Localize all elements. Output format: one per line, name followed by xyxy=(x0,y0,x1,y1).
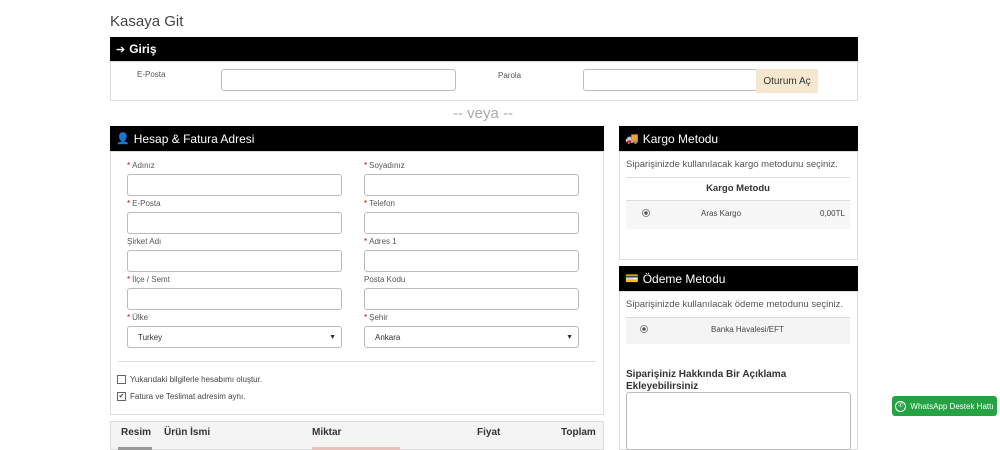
first-name-input[interactable] xyxy=(127,174,342,196)
country-label: * Ülke xyxy=(127,313,149,322)
login-header-text: Giriş xyxy=(129,42,157,56)
billing-divider xyxy=(118,361,596,362)
comment-textarea[interactable] xyxy=(626,392,851,450)
last-name-input[interactable] xyxy=(364,174,579,196)
cart-col-name: Ürün İsmi xyxy=(164,427,211,438)
whatsapp-label: WhatsApp Destek Hattı xyxy=(910,401,994,411)
shipping-header-text: Kargo Metodu xyxy=(642,131,719,146)
cart-col-total: Toplam xyxy=(561,427,596,438)
city-select[interactable]: Ankara ▼ xyxy=(364,326,579,348)
whatsapp-support-button[interactable]: ✆ WhatsApp Destek Hattı xyxy=(892,396,997,416)
billing-header-text: Hesap & Fatura Adresi xyxy=(133,131,255,146)
shipping-header: 🚚 Kargo Metodu xyxy=(619,126,858,151)
first-name-label: * Adınız xyxy=(127,161,155,170)
address1-label: * Adres 1 xyxy=(364,237,397,246)
payment-hint: Siparişinizde kullanılacak ödeme metodun… xyxy=(626,299,844,310)
district-label: * İlçe / Semt xyxy=(127,275,170,284)
or-divider: -- veya -- xyxy=(453,105,513,122)
sign-in-icon: ➔ xyxy=(116,43,126,56)
cart-col-qty: Miktar xyxy=(312,427,342,438)
billing-header: 👤 Hesap & Fatura Adresi xyxy=(110,126,604,151)
create-account-label: Yukarıdaki bilgilerle hesabımı oluştur. xyxy=(130,375,263,384)
credit-card-icon: 💳 xyxy=(625,273,639,285)
shipping-table-header: Kargo Metodu xyxy=(706,183,770,194)
city-label: * Şehir xyxy=(364,313,388,322)
payment-radio[interactable] xyxy=(640,325,648,333)
company-label: Şirket Adı xyxy=(127,237,162,246)
create-account-checkbox[interactable]: Yukarıdaki bilgilerle hesabımı oluştur. xyxy=(117,375,262,384)
login-email-label: E-Posta xyxy=(137,70,166,79)
login-header: ➔ Giriş xyxy=(110,37,858,61)
shipping-hint: Siparişinizde kullanılacak kargo metodun… xyxy=(626,159,838,170)
address1-input[interactable] xyxy=(364,250,579,272)
checkbox-unchecked-icon xyxy=(117,375,126,384)
phone-input[interactable] xyxy=(364,212,579,234)
payment-header: 💳 Ödeme Metodu xyxy=(619,266,858,291)
shipping-option-name: Aras Kargo xyxy=(701,209,742,218)
cart-col-price: Fiyat xyxy=(477,427,501,438)
checkbox-checked-icon: ✔ xyxy=(117,392,126,401)
postcode-label: Posta Kodu xyxy=(364,275,406,284)
truck-icon: 🚚 xyxy=(625,133,639,145)
payment-option-name: Banka Havalesi/EFT xyxy=(711,325,784,334)
login-password-label: Parola xyxy=(498,71,522,80)
page-title: Kasaya Git xyxy=(110,13,184,30)
comment-label: Siparişiniz Hakkında Bir Açıklama Ekleye… xyxy=(626,369,787,392)
payment-header-text: Ödeme Metodu xyxy=(642,271,726,286)
city-select-value: Ankara xyxy=(375,332,401,342)
whatsapp-icon: ✆ xyxy=(895,400,907,412)
chevron-down-icon: ▼ xyxy=(566,333,573,341)
shipping-option-price: 0,00TL xyxy=(820,209,845,218)
shipping-radio[interactable] xyxy=(642,209,650,217)
chevron-down-icon: ▼ xyxy=(329,333,336,341)
email-label: * E-Posta xyxy=(127,199,161,208)
last-name-label: * Soyadınız xyxy=(364,161,405,170)
district-input[interactable] xyxy=(127,288,342,310)
same-address-label: Fatura ve Teslimat adresim aynı. xyxy=(130,392,246,401)
phone-label: * Telefon xyxy=(364,199,395,208)
country-select[interactable]: Turkey ▼ xyxy=(127,326,342,348)
login-button[interactable]: Oturum Aç xyxy=(756,69,818,93)
company-input[interactable] xyxy=(127,250,342,272)
user-icon: 👤 xyxy=(116,133,130,145)
login-password-input[interactable] xyxy=(583,69,758,91)
shipping-table-top-border xyxy=(626,177,850,178)
email-input[interactable] xyxy=(127,212,342,234)
login-email-input[interactable] xyxy=(221,69,456,91)
same-address-checkbox[interactable]: ✔ Fatura ve Teslimat adresim aynı. xyxy=(117,392,245,401)
cart-col-image: Resim xyxy=(121,427,152,438)
postcode-input[interactable] xyxy=(364,288,579,310)
country-select-value: Turkey xyxy=(138,332,163,342)
